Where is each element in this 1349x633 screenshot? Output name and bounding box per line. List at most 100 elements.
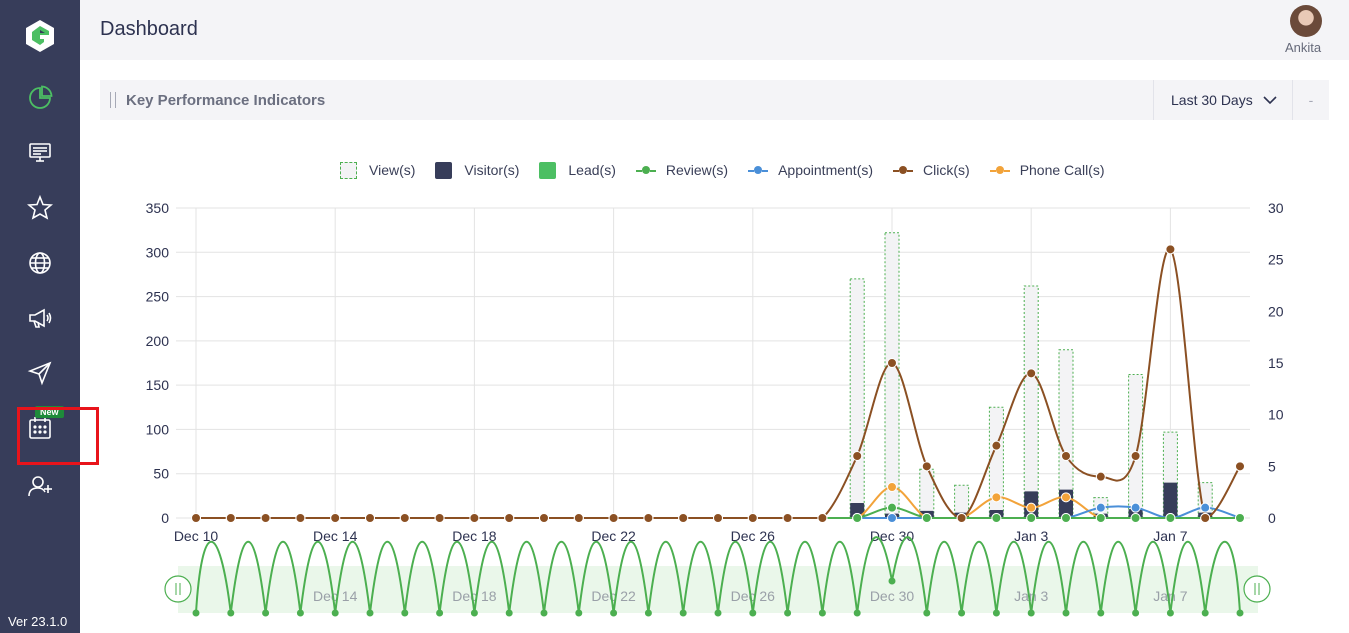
legend-visitors-label: Visitor(s) bbox=[464, 162, 520, 178]
navigator-right-handle[interactable] bbox=[1243, 575, 1271, 603]
navigator-point bbox=[1166, 609, 1174, 617]
megaphone-icon bbox=[29, 308, 52, 328]
legend-clicks[interactable]: Click(s) bbox=[893, 162, 970, 179]
app-logo[interactable] bbox=[22, 18, 58, 54]
navigator-left-handle[interactable] bbox=[164, 575, 192, 603]
reviews-point bbox=[260, 513, 271, 523]
reviews-point bbox=[1235, 513, 1245, 523]
views-swatch bbox=[340, 161, 357, 179]
appointments-point bbox=[539, 513, 549, 523]
phone-calls-point bbox=[260, 513, 271, 523]
appointments-point bbox=[713, 513, 723, 523]
monitor-icon bbox=[29, 143, 51, 162]
navigator-label: Dec 30 bbox=[870, 588, 915, 604]
clicks-point bbox=[921, 461, 932, 472]
nav-reviews[interactable] bbox=[20, 188, 60, 228]
clicks-point bbox=[399, 513, 410, 523]
reviews-point bbox=[1061, 513, 1071, 523]
appointments-point bbox=[608, 513, 619, 523]
add-user-icon bbox=[28, 476, 52, 497]
phone-calls-point bbox=[1026, 502, 1037, 513]
y-right-tick-label: 5 bbox=[1268, 458, 1276, 474]
nav-add-user[interactable] bbox=[20, 466, 60, 506]
reviews-point bbox=[921, 513, 932, 523]
legend-views-label: View(s) bbox=[369, 162, 416, 178]
legend-reviews[interactable]: Review(s) bbox=[635, 162, 729, 179]
navigator-point bbox=[1062, 609, 1070, 617]
clicks-point bbox=[191, 513, 201, 523]
views-bar bbox=[919, 468, 935, 519]
phone-calls-point bbox=[434, 513, 445, 523]
visitors-bar bbox=[954, 512, 969, 518]
clicks-point bbox=[295, 513, 306, 523]
reviews-point bbox=[504, 513, 515, 523]
nav-monitor[interactable] bbox=[20, 133, 60, 173]
legend-phone-calls[interactable]: Phone Call(s) bbox=[989, 162, 1105, 179]
clicks-point bbox=[1095, 471, 1106, 482]
legend-appointments[interactable]: Appointment(s) bbox=[748, 162, 873, 179]
kpi-title: Key Performance Indicators bbox=[126, 92, 326, 109]
legend-views[interactable]: View(s) bbox=[340, 161, 416, 179]
navigator-point bbox=[262, 609, 270, 617]
clicks-point bbox=[365, 513, 375, 523]
app-version: Ver 23.1.0 bbox=[8, 614, 68, 629]
date-range-label: Last 30 Days bbox=[1171, 92, 1253, 108]
appointments-point bbox=[573, 513, 584, 523]
nav-campaigns[interactable] bbox=[20, 298, 60, 338]
navigator-point bbox=[784, 609, 792, 617]
nav-website[interactable] bbox=[20, 243, 60, 283]
navigator-point bbox=[505, 609, 513, 617]
nav-send[interactable] bbox=[20, 353, 60, 393]
appointments-point bbox=[1026, 513, 1037, 523]
sidebar: New Ver 23.1.0 bbox=[0, 0, 80, 633]
x-tick-label: Jan 7 bbox=[1153, 528, 1187, 544]
clicks-point bbox=[504, 513, 515, 523]
reviews-point bbox=[782, 513, 793, 523]
clicks-point bbox=[469, 513, 480, 523]
phone-calls-point bbox=[747, 513, 758, 523]
clicks-point bbox=[643, 513, 654, 523]
legend-appointments-label: Appointment(s) bbox=[778, 162, 874, 178]
y-left-tick-label: 100 bbox=[146, 421, 170, 437]
drag-handle-icon[interactable] bbox=[110, 92, 116, 108]
reviews-point bbox=[956, 513, 967, 523]
reviews-point bbox=[365, 513, 375, 523]
phone-calls-point bbox=[295, 513, 306, 523]
views-bar bbox=[884, 232, 900, 519]
y-right-tick-label: 25 bbox=[1268, 252, 1284, 268]
visitors-bar bbox=[989, 510, 1004, 518]
appointments-point bbox=[191, 513, 201, 523]
clicks-point bbox=[887, 358, 897, 368]
phone-calls-point bbox=[469, 513, 480, 523]
reviews-point bbox=[1095, 513, 1106, 523]
nav-dashboard[interactable] bbox=[20, 78, 60, 118]
clicks-point bbox=[330, 513, 341, 523]
navigator-line bbox=[195, 536, 1241, 614]
appointments-point bbox=[991, 513, 1002, 523]
legend-leads[interactable]: Lead(s) bbox=[539, 161, 616, 179]
legend-reviews-label: Review(s) bbox=[665, 162, 729, 178]
navigator-point bbox=[610, 609, 618, 617]
reviews-point bbox=[713, 513, 723, 523]
legend-visitors[interactable]: Visitor(s) bbox=[435, 161, 520, 179]
visitors-bar bbox=[919, 510, 934, 518]
navigator-range bbox=[178, 566, 1258, 613]
reviews-point bbox=[991, 513, 1002, 523]
reviews-point bbox=[817, 513, 828, 523]
navigator-point bbox=[331, 609, 339, 617]
x-tick-label: Dec 30 bbox=[870, 528, 915, 544]
phone-calls-point bbox=[225, 513, 236, 523]
date-range-select[interactable]: Last 30 Days bbox=[1153, 80, 1292, 120]
user-name[interactable]: Ankita bbox=[1285, 40, 1321, 55]
reviews-point bbox=[678, 513, 689, 523]
views-bar bbox=[849, 278, 865, 519]
legend-clicks-label: Click(s) bbox=[923, 162, 970, 178]
reviews-point bbox=[434, 513, 445, 523]
views-bar bbox=[1162, 431, 1178, 519]
visitors-bar bbox=[1024, 491, 1039, 518]
reviews-point bbox=[330, 513, 341, 523]
kpi-options[interactable]: - bbox=[1292, 80, 1329, 120]
y-left-tick-label: 150 bbox=[146, 377, 170, 393]
avatar[interactable] bbox=[1290, 5, 1322, 37]
appointments-point bbox=[399, 513, 410, 523]
